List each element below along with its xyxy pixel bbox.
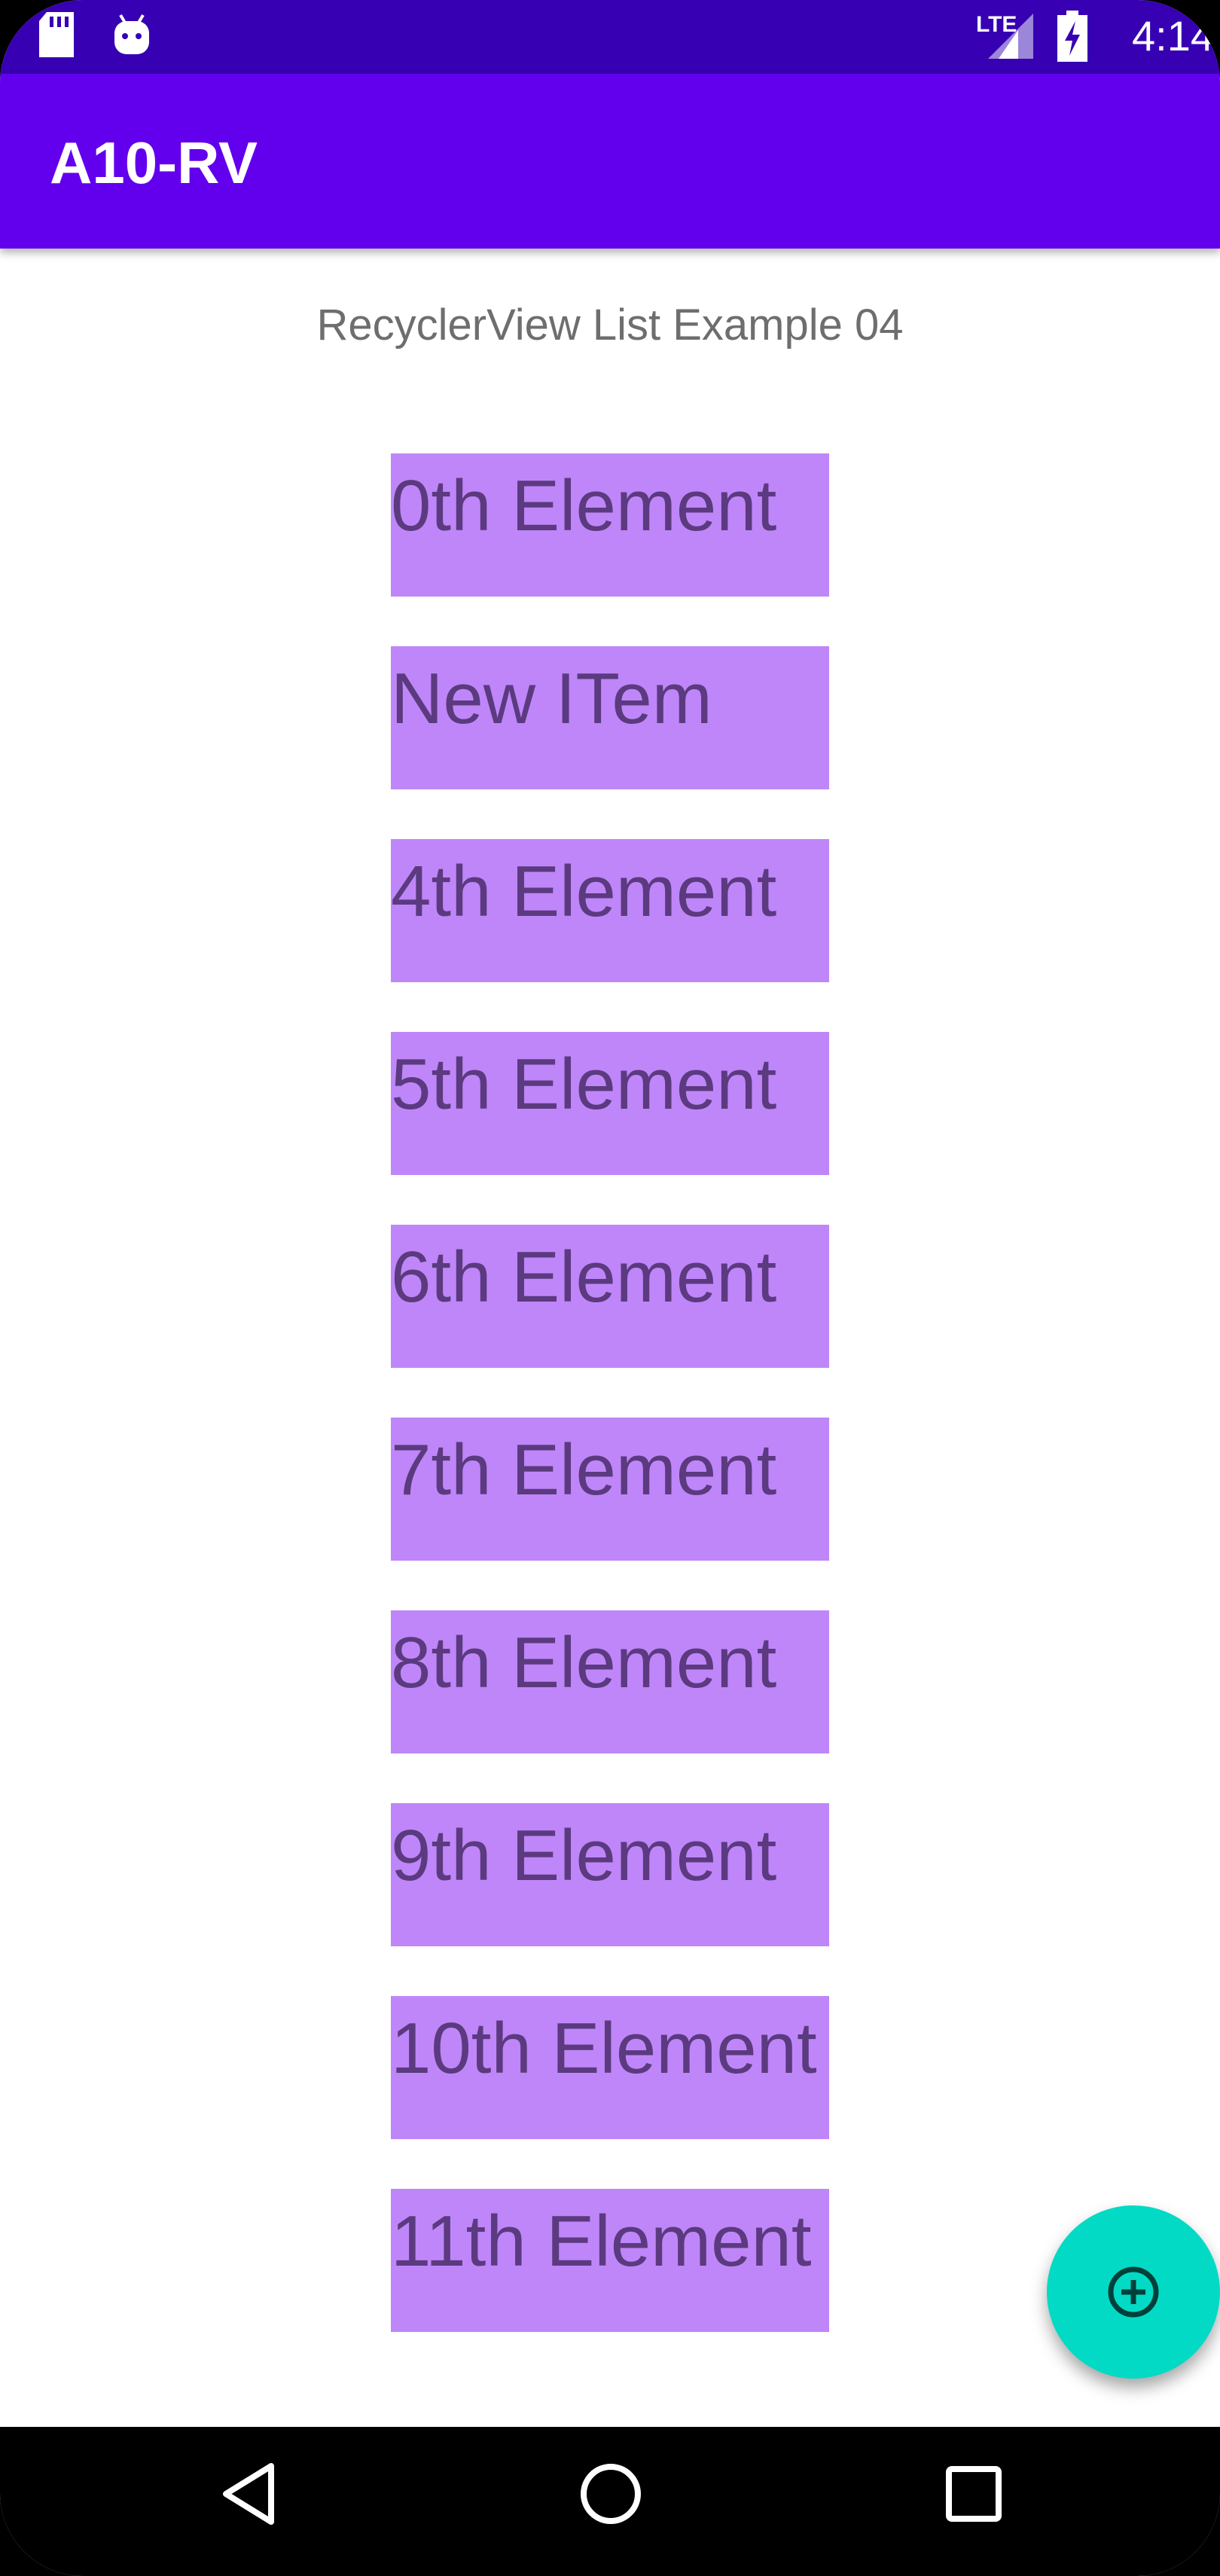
home-icon[interactable] <box>577 2460 645 2528</box>
sd-card-icon <box>39 12 74 57</box>
list-item-label: 5th Element <box>391 1044 777 1125</box>
recents-icon[interactable] <box>941 2460 1009 2528</box>
lte-signal-icon <box>988 14 1033 59</box>
battery-charging-icon <box>1057 11 1087 62</box>
status-bar: LTE 4:14 <box>0 0 1220 74</box>
page-subtitle: RecyclerView List Example 04 <box>316 301 904 349</box>
list-item-label: 4th Element <box>391 851 777 932</box>
list-item-label: 8th Element <box>391 1622 777 1703</box>
list-item[interactable]: 11th Element <box>391 2189 829 2332</box>
list-item-label: 11th Element <box>391 2201 812 2281</box>
app-bar: A10-RV <box>0 74 1220 249</box>
app-title: A10-RV <box>50 130 258 196</box>
android-icon <box>114 14 149 54</box>
navigation-bar <box>0 2427 1220 2576</box>
recycler-list[interactable]: 0th Element New ITem 4th Element 5th Ele… <box>391 453 829 2382</box>
list-item-label: 0th Element <box>391 465 777 546</box>
list-item[interactable]: 4th Element <box>391 839 829 982</box>
list-item[interactable]: 9th Element <box>391 1803 829 1946</box>
add-circle-icon <box>1108 2266 1159 2318</box>
list-item[interactable]: 5th Element <box>391 1032 829 1175</box>
phone-screen: LTE 4:14 A10-RV RecyclerView List Exampl… <box>0 0 1220 2576</box>
status-time: 4:14 <box>1132 12 1214 60</box>
list-item[interactable]: 10th Element <box>391 1996 829 2139</box>
list-item[interactable]: 6th Element <box>391 1225 829 1368</box>
list-item-label: 7th Element <box>391 1430 777 1510</box>
list-item-label: 9th Element <box>391 1815 777 1896</box>
list-item-label: 6th Element <box>391 1237 777 1317</box>
add-item-fab[interactable] <box>1047 2205 1220 2379</box>
back-icon[interactable] <box>218 2460 279 2528</box>
list-item[interactable]: 7th Element <box>391 1418 829 1561</box>
list-item[interactable]: 8th Element <box>391 1610 829 1753</box>
list-item-label: 10th Element <box>391 2008 817 2089</box>
list-item-label: New ITem <box>391 658 712 739</box>
list-item[interactable]: New ITem <box>391 646 829 789</box>
list-item[interactable]: 0th Element <box>391 453 829 597</box>
